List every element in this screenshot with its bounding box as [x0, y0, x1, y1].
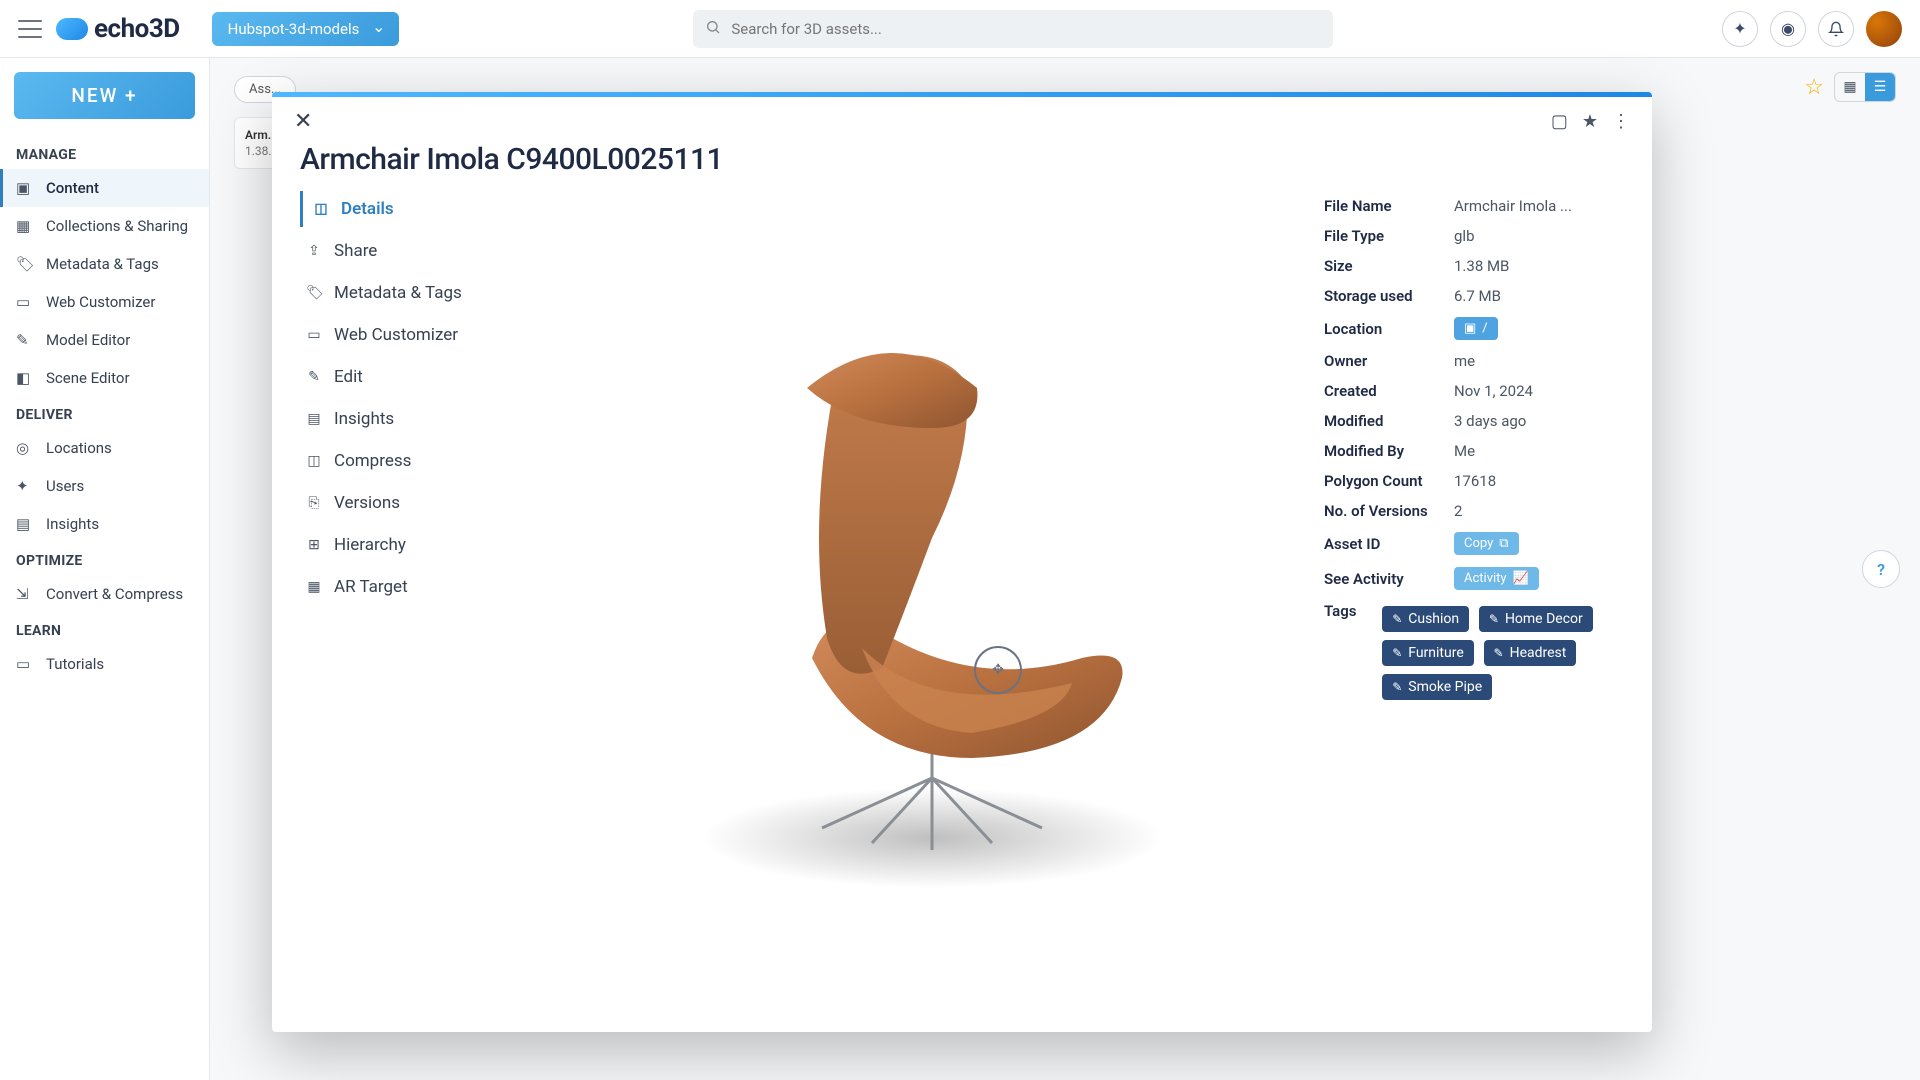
modal-nav-details[interactable]: ◫Details	[300, 191, 500, 227]
user-icon: ✦	[16, 477, 34, 495]
orbit-control-icon[interactable]	[974, 646, 1022, 694]
sidebar-item-sceneeditor[interactable]: ◧Scene Editor	[0, 359, 209, 397]
view-grid[interactable]: ▦	[1835, 73, 1865, 101]
star-icon[interactable]: ☆	[1804, 75, 1824, 100]
scene-icon: ◧	[16, 369, 34, 387]
modal-nav-share[interactable]: ⇪Share	[300, 233, 500, 269]
drop-icon[interactable]: ◉	[1770, 11, 1806, 47]
project-selector[interactable]: Hubspot-3d-models	[212, 12, 400, 46]
modal-nav-compress[interactable]: ◫Compress	[300, 443, 500, 479]
view-tools: ☆ ▦ ☰	[1804, 72, 1896, 102]
hierarchy-icon: ⊞	[306, 537, 322, 553]
book-icon: ▭	[16, 655, 34, 673]
new-button[interactable]: NEW +	[14, 72, 195, 119]
ar-icon: ▦	[306, 579, 322, 595]
modal-nav: ◫Details ⇪Share 🏷Metadata & Tags ▭Web Cu…	[300, 191, 500, 1004]
modal-nav-webcustom[interactable]: ▭Web Customizer	[300, 317, 500, 353]
menu-toggle[interactable]	[18, 20, 42, 38]
tag-chip[interactable]: Cushion	[1382, 606, 1469, 632]
modal-header-actions: ▢ ★ ⋮	[1551, 111, 1630, 132]
view-toggle: ▦ ☰	[1834, 72, 1896, 102]
tag-icon: 🏷	[306, 285, 322, 301]
details-icon: ◫	[313, 201, 329, 217]
modal-nav-hierarchy[interactable]: ⊞Hierarchy	[300, 527, 500, 563]
versions-icon: ⎘	[306, 495, 322, 511]
tag-icon: 🏷	[16, 255, 34, 273]
bell-icon[interactable]	[1818, 11, 1854, 47]
comment-icon[interactable]: ▢	[1551, 111, 1568, 132]
section-optimize: OPTIMIZE	[0, 543, 209, 575]
topbar-actions: ✦ ◉	[1722, 11, 1902, 47]
search-wrap	[693, 10, 1333, 48]
search-input[interactable]	[693, 10, 1333, 48]
sidebar-item-metadata[interactable]: 🏷Metadata & Tags	[0, 245, 209, 283]
sidebar-item-convert[interactable]: ⇲Convert & Compress	[0, 575, 209, 613]
more-icon[interactable]: ⋮	[1612, 111, 1630, 132]
pencil-icon: ✎	[16, 331, 34, 349]
share-icon: ⇪	[306, 243, 322, 259]
sidebar-item-insights[interactable]: ▤Insights	[0, 505, 209, 543]
tag-chip[interactable]: Headrest	[1484, 640, 1577, 666]
model-viewer[interactable]	[524, 191, 1300, 1004]
target-icon: ◎	[16, 439, 34, 457]
sidebar-item-modeleditor[interactable]: ✎Model Editor	[0, 321, 209, 359]
vr-icon: ▭	[306, 327, 322, 343]
asset-detail-modal: ✕ ▢ ★ ⋮ Armchair Imola C9400L0025111 ◫De…	[272, 92, 1652, 1032]
sidebar-item-tutorials[interactable]: ▭Tutorials	[0, 645, 209, 683]
sidebar: NEW + MANAGE ▣Content ▦Collections & Sha…	[0, 58, 210, 1080]
chart-icon: ▤	[306, 411, 322, 427]
cube-icon: ▣	[16, 179, 34, 197]
sidebar-item-content[interactable]: ▣Content	[0, 169, 209, 207]
modal-nav-versions[interactable]: ⎘Versions	[300, 485, 500, 521]
star-icon[interactable]: ★	[1582, 111, 1598, 132]
tag-chip[interactable]: Smoke Pipe	[1382, 674, 1492, 700]
modal-nav-insights[interactable]: ▤Insights	[300, 401, 500, 437]
modal-body: ◫Details ⇪Share 🏷Metadata & Tags ▭Web Cu…	[272, 191, 1652, 1032]
modal-title: Armchair Imola C9400L0025111	[272, 134, 1652, 191]
close-icon[interactable]: ✕	[294, 109, 312, 134]
search-icon	[705, 19, 721, 39]
modal-nav-edit[interactable]: ✎Edit	[300, 359, 500, 395]
modal-header: ✕ ▢ ★ ⋮	[272, 97, 1652, 134]
sidebar-item-collections[interactable]: ▦Collections & Sharing	[0, 207, 209, 245]
tags-list: Cushion Home Decor Furniture Headrest Sm…	[1382, 606, 1624, 708]
puzzle-icon[interactable]: ✦	[1722, 11, 1758, 47]
help-button[interactable]: ?	[1862, 550, 1900, 588]
grid-icon: ▦	[16, 217, 34, 235]
modal-nav-artarget[interactable]: ▦AR Target	[300, 569, 500, 605]
copy-assetid-button[interactable]: Copy ⧉	[1454, 532, 1519, 555]
metadata-panel: File NameArmchair Imola ... File Typeglb…	[1324, 191, 1624, 1004]
compress-icon: ⇲	[16, 585, 34, 603]
sidebar-item-webcustom[interactable]: ▭Web Customizer	[0, 283, 209, 321]
location-button[interactable]: ▣ /	[1454, 317, 1498, 340]
pencil-icon: ✎	[306, 369, 322, 385]
section-manage: MANAGE	[0, 137, 209, 169]
sidebar-item-locations[interactable]: ◎Locations	[0, 429, 209, 467]
compress-icon: ◫	[306, 453, 322, 469]
brand-text: echo3D	[94, 14, 180, 44]
view-list[interactable]: ☰	[1865, 73, 1895, 101]
section-learn: LEARN	[0, 613, 209, 645]
vr-icon: ▭	[16, 293, 34, 311]
brand-logo[interactable]: echo3D	[56, 14, 180, 44]
tag-chip[interactable]: Home Decor	[1479, 606, 1593, 632]
sidebar-item-users[interactable]: ✦Users	[0, 467, 209, 505]
activity-button[interactable]: Activity 📈	[1454, 567, 1539, 590]
chart-icon: ▤	[16, 515, 34, 533]
section-deliver: DELIVER	[0, 397, 209, 429]
topbar: echo3D Hubspot-3d-models ✦ ◉	[0, 0, 1920, 58]
avatar[interactable]	[1866, 11, 1902, 47]
chair-render	[632, 278, 1192, 918]
tag-chip[interactable]: Furniture	[1382, 640, 1474, 666]
cloud-icon	[56, 18, 88, 40]
modal-nav-metadata[interactable]: 🏷Metadata & Tags	[300, 275, 500, 311]
